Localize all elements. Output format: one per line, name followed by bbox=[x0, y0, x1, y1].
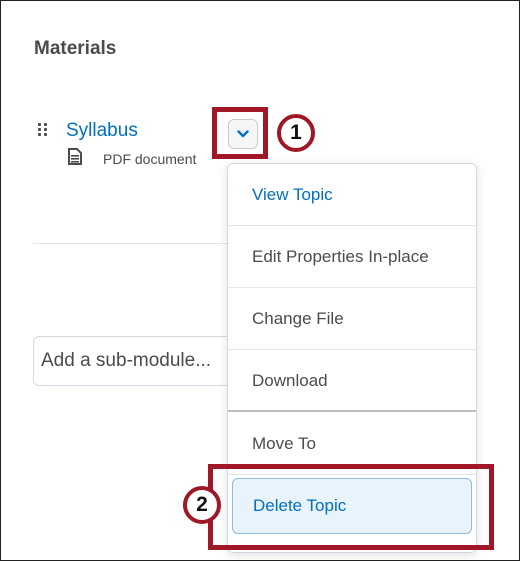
topic-type-label: PDF document bbox=[103, 151, 197, 167]
callout-highlight-box-1 bbox=[212, 107, 268, 159]
menu-item-edit-properties[interactable]: Edit Properties In-place bbox=[228, 226, 476, 288]
section-title: Materials bbox=[34, 38, 117, 59]
document-icon bbox=[68, 148, 82, 165]
divider bbox=[33, 243, 228, 244]
callout-highlight-box-2 bbox=[208, 464, 494, 550]
callout-step-1: 1 bbox=[277, 114, 315, 152]
menu-item-view-topic[interactable]: View Topic bbox=[228, 164, 476, 226]
menu-item-change-file[interactable]: Change File bbox=[228, 288, 476, 350]
menu-item-download[interactable]: Download bbox=[228, 350, 476, 412]
callout-step-2: 2 bbox=[183, 486, 221, 524]
topic-title-link[interactable]: Syllabus bbox=[66, 120, 138, 142]
drag-handle-icon[interactable] bbox=[38, 123, 50, 137]
